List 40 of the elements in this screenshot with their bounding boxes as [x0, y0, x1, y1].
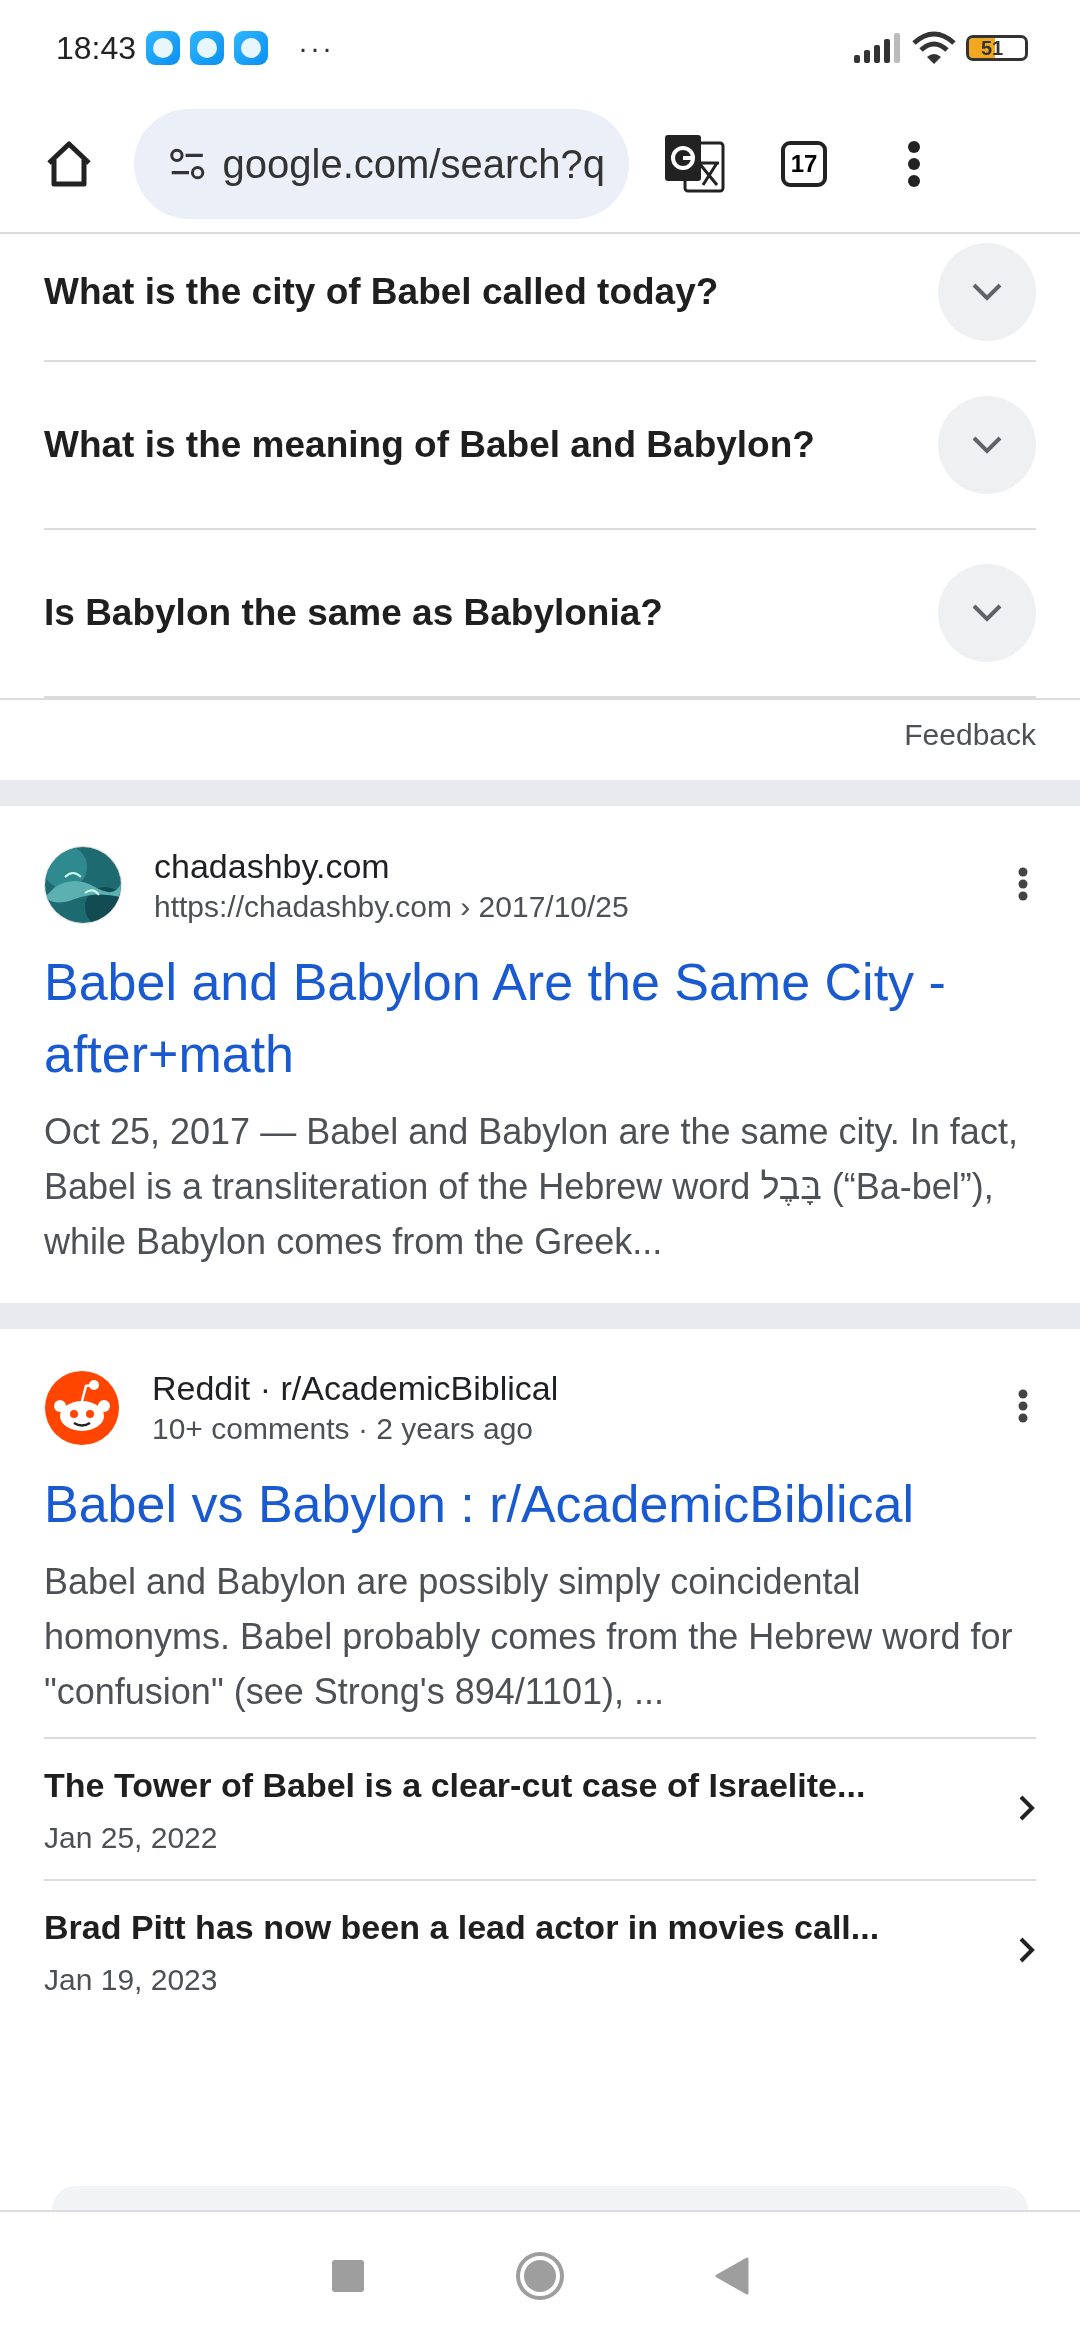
result-title-link[interactable]: Babel and Babylon Are the Same City - after+math [44, 946, 1036, 1090]
url-text: google.com/search?q [222, 141, 605, 187]
notification-icon [146, 31, 181, 65]
more-icon [1018, 1389, 1028, 1423]
site-name: Reddit · r/AcademicBiblical [152, 1369, 560, 1408]
result-meta: 10+ comments · 2 years ago [152, 1412, 535, 1446]
chevron-icon [970, 434, 1004, 456]
more-notifications: ··· [298, 31, 335, 65]
more-icon [1018, 866, 1028, 901]
feedback-link[interactable]: Feedback [904, 718, 1036, 780]
question-text: What is the meaning of Babel and Babylon? [44, 423, 816, 467]
sublink-date: Jan 19, 2023 [44, 1963, 219, 1997]
translate-icon [663, 133, 725, 195]
menu-icon [907, 141, 921, 187]
site-name: chadashby.com [154, 846, 391, 886]
question-text: Is Babylon the same as Babylonia? [44, 591, 664, 635]
notification-icon [234, 31, 269, 65]
clock: 18:43 [56, 29, 137, 67]
chevron-icon [970, 602, 1004, 624]
sublink-date: Jan 25, 2022 [44, 1821, 219, 1855]
recents-button[interactable] [331, 2259, 365, 2293]
notification-icon [190, 31, 225, 65]
site-settings-icon [170, 146, 205, 182]
signal-icon [854, 33, 902, 63]
result-snippet: Oct 25, 2017 — Babel and Babylon are the same city. In fact, Babel is a transliteration of the Hebrew word בָּבֶל (“Ba-bel”), while Babylon comes from the Greek... [44, 1110, 1019, 1264]
sublink-title[interactable]: The Tower of Babel is a clear-cut case of Israelite... [44, 1761, 1018, 1809]
back-button[interactable] [715, 2257, 749, 2295]
result-title-link[interactable]: Babel vs Babylon : r/AcademicBiblical [44, 1468, 1036, 1540]
alien-logo-icon [44, 1369, 120, 1446]
result-snippet: Babel and Babylon are possibly simply coincidental homonyms. Babel probably comes from the Hebrew word for "confusion" (see Strong's 894/1101), ... [44, 1560, 1014, 1714]
sublink-title[interactable]: Brad Pitt has now been a lead actor in movies call... [44, 1903, 1018, 1951]
chevron-icon [970, 281, 1004, 303]
home-nav-button[interactable] [515, 2251, 565, 2301]
question-text: What is the city of Babel called today? [44, 270, 720, 314]
chevron-right-icon [1018, 1794, 1036, 1822]
wifi-icon [912, 31, 956, 65]
tabs-button[interactable]: 17 [759, 119, 849, 209]
result-meta: https://chadashby.com › 2017/10/25 [154, 889, 630, 924]
address-bar[interactable]: google.com/search?q [134, 109, 629, 219]
chevron-right-icon [1018, 1936, 1036, 1964]
